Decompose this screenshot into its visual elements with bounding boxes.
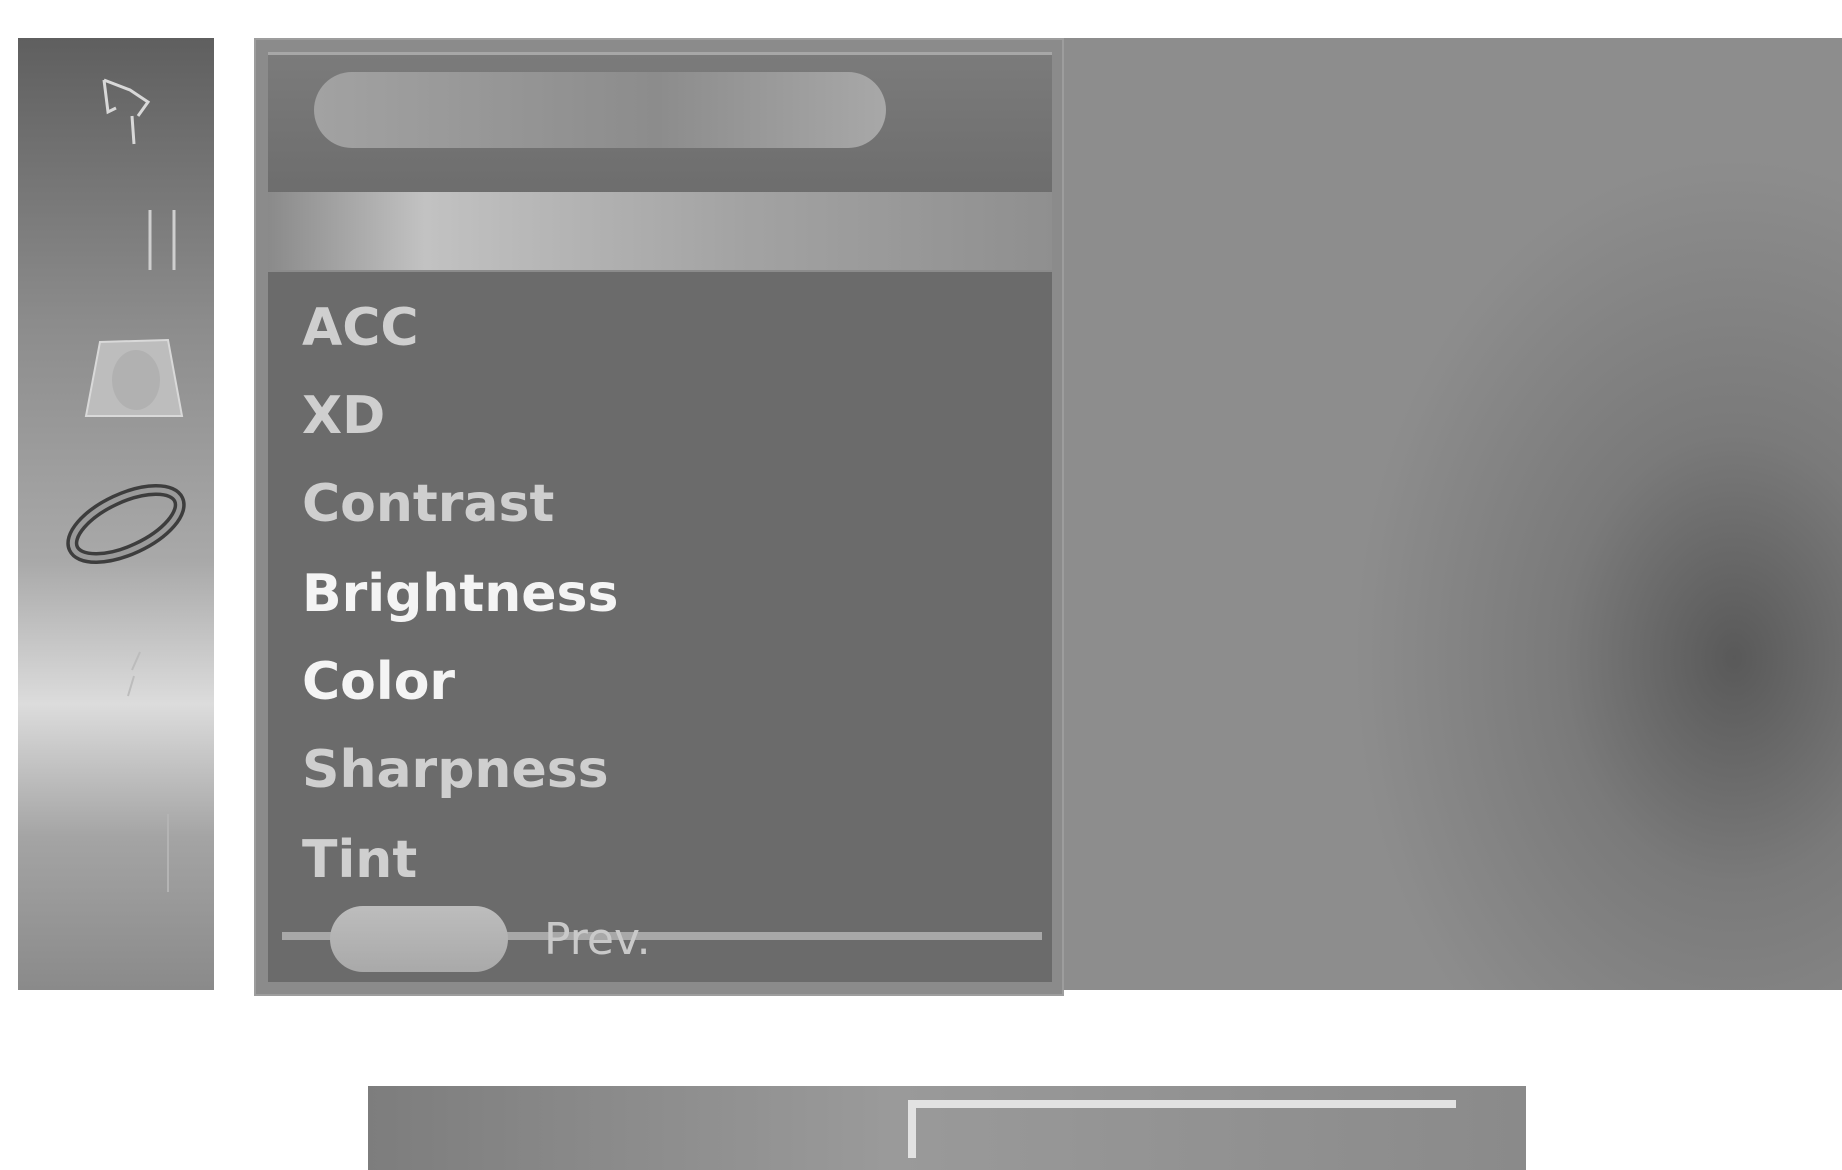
menu-item-label: Color	[302, 652, 456, 712]
menu-item-label: XD	[302, 386, 386, 446]
bottom-bracket-line	[908, 1100, 1456, 1158]
menu-highlight-band	[268, 192, 1052, 270]
menu-item-color[interactable]: Color	[302, 650, 455, 714]
setup-icon[interactable]	[90, 72, 160, 150]
osd-panel: ACC XD Contrast Brightness Color Sharpne…	[254, 38, 1842, 996]
menu-item-label: Tint	[302, 830, 418, 890]
menu-item-acc[interactable]: ACC	[302, 296, 419, 360]
menu-item-tint[interactable]: Tint	[302, 828, 417, 892]
menu-list-area: ACC XD Contrast Brightness Color Sharpne…	[268, 272, 1052, 982]
video-icon[interactable]	[130, 206, 190, 276]
menu-item-label: Contrast	[302, 474, 555, 534]
special-icon[interactable]	[114, 646, 154, 706]
menu-item-sharpness[interactable]: Sharpness	[302, 738, 609, 802]
menu-icon-strip	[18, 38, 214, 990]
picture-menu: ACC XD Contrast Brightness Color Sharpne…	[254, 38, 1064, 996]
prev-label: Prev.	[544, 914, 651, 965]
menu-title-pill	[314, 72, 886, 148]
menu-item-label: ACC	[302, 298, 419, 358]
screen-icon[interactable]	[158, 808, 188, 898]
menu-item-label: Brightness	[302, 564, 619, 624]
menu-item-brightness[interactable]: Brightness	[302, 562, 618, 626]
menu-item-xd[interactable]: XD	[302, 384, 385, 448]
audio-icon[interactable]	[78, 336, 198, 426]
time-icon[interactable]	[62, 478, 192, 568]
prev-button[interactable]	[330, 906, 508, 972]
menu-item-contrast[interactable]: Contrast	[302, 472, 554, 536]
menu-item-label: Sharpness	[302, 740, 609, 800]
